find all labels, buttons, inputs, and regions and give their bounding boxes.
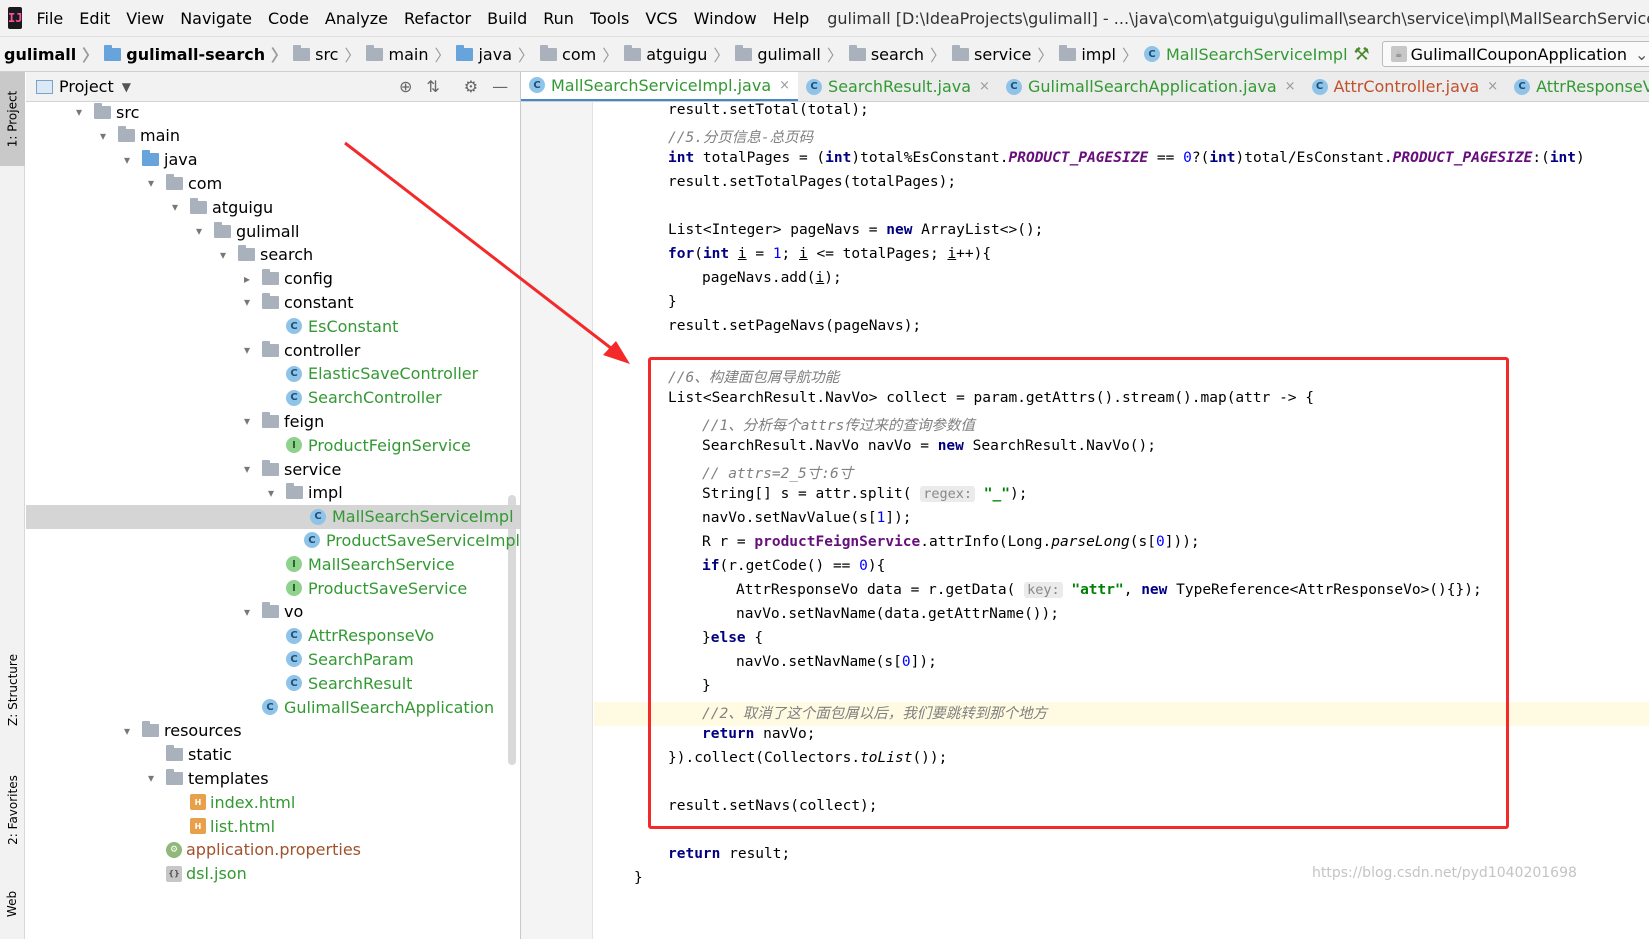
annotation-arrow bbox=[344, 141, 630, 364]
watermark: https://blog.csdn.net/pyd1040201698 bbox=[1312, 865, 1577, 881]
